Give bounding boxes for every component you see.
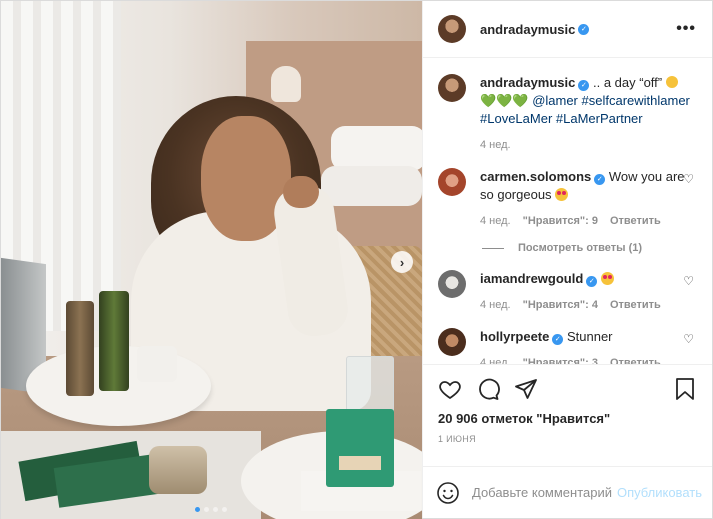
verified-badge-icon: ✓ [552, 334, 564, 345]
caption-hashtag[interactable]: #LaMerPartner [556, 111, 643, 126]
comment-item: carmen.solomons ✓ Wow you are so gorgeous… [438, 168, 696, 230]
photo-pillow [331, 126, 422, 171]
carousel-dot [213, 507, 218, 512]
caption-hashtag[interactable]: #selfcarewithlamer [582, 93, 690, 108]
photo-lamp [271, 66, 301, 102]
heart-icon[interactable] [438, 377, 462, 401]
comment-like-heart-icon[interactable]: ♡ [683, 274, 694, 288]
commenter-avatar[interactable] [438, 270, 466, 298]
comments-list: andradaymusic ✓ .. a day “off” 💚💚💚 @lamer… [423, 58, 712, 364]
comment-likes[interactable]: "Нравится": 9 [523, 212, 598, 230]
comment-like-heart-icon[interactable]: ♡ [683, 332, 694, 346]
carousel-dot [222, 507, 227, 512]
replies-line [482, 247, 504, 249]
bookmark-icon[interactable] [674, 377, 696, 401]
comment-age[interactable]: 4 нед. [480, 354, 511, 364]
comment-bubble-icon[interactable] [476, 377, 500, 401]
photo-glass [346, 356, 394, 416]
caption-text: .. a day “off” [593, 75, 666, 90]
green-heart-emoji-icon: 💚💚💚 [480, 93, 529, 108]
photo-hand [283, 176, 319, 208]
view-replies-label: Посмотреть ответы (1) [518, 242, 643, 254]
author-avatar[interactable] [438, 74, 466, 102]
reply-button[interactable]: Ответить [610, 354, 661, 364]
post-side-panel: andradaymusic ✓ ••• andradaymusic ✓ .. a … [422, 1, 712, 518]
chevron-right-icon: › [399, 254, 405, 270]
smiley-icon[interactable] [436, 481, 460, 505]
carousel-dots [195, 507, 227, 512]
smiling-face-emoji-icon [665, 76, 678, 88]
author-avatar[interactable] [438, 15, 466, 43]
post-actions: 20 906 отметок "Нравится" 1 ИЮНЯ [423, 364, 712, 466]
photo-product-box [326, 409, 394, 487]
heart-eyes-emoji-icon [600, 272, 614, 285]
commenter-username[interactable]: carmen.solomons [480, 169, 591, 184]
more-options-icon[interactable]: ••• [676, 20, 696, 38]
commenter-username[interactable]: hollyrpeete [480, 329, 549, 344]
comment-likes[interactable]: "Нравится": 4 [523, 296, 598, 314]
commenter-username[interactable]: iamandrewgould [480, 271, 583, 286]
photo-box-label [339, 456, 381, 470]
comment-text: Stunner [566, 329, 613, 344]
comment-item: iamandrewgould ✓ 4 нед. "Нравится": 4 Отв… [438, 270, 696, 314]
caption-age[interactable]: 4 нед. [480, 136, 511, 154]
post-header: andradaymusic ✓ ••• [423, 1, 712, 58]
comment-age[interactable]: 4 нед. [480, 212, 511, 230]
comment-like-heart-icon[interactable]: ♡ [683, 172, 694, 186]
photo-jar [137, 346, 177, 382]
commenter-avatar[interactable] [438, 328, 466, 356]
heart-eyes-emoji-icon [555, 188, 569, 201]
verified-badge-icon: ✓ [578, 80, 590, 91]
instagram-post: › andradaymusic ✓ ••• andradaymusic ✓ .. … [0, 0, 713, 519]
carousel-next-button[interactable]: › [391, 251, 413, 273]
carousel-dot [204, 507, 209, 512]
reply-button[interactable]: Ответить [610, 212, 661, 230]
caption-hashtag[interactable]: #LoveLaMer [480, 111, 552, 126]
comment-likes[interactable]: "Нравится": 3 [523, 354, 598, 364]
verified-badge-icon: ✓ [586, 276, 598, 287]
photo-bottle [99, 291, 129, 391]
likes-count[interactable]: 20 906 отметок "Нравится" [438, 411, 696, 426]
photo-pillow [321, 166, 422, 206]
photo-bottle [66, 301, 94, 396]
paper-plane-icon[interactable] [514, 377, 538, 401]
post-date[interactable]: 1 ИЮНЯ [438, 434, 696, 444]
comment-input[interactable] [472, 485, 613, 500]
caption-mention[interactable]: @lamer [532, 93, 578, 108]
photo-gold-jar [149, 446, 207, 494]
verified-badge-icon: ✓ [594, 174, 606, 185]
commenter-avatar[interactable] [438, 168, 466, 196]
publish-button[interactable]: Опубликовать [617, 485, 702, 500]
add-comment-bar: Опубликовать [423, 466, 712, 518]
verified-badge-icon: ✓ [578, 23, 590, 35]
author-username[interactable]: andradaymusic [480, 22, 575, 37]
caption: andradaymusic ✓ .. a day “off” 💚💚💚 @lamer… [438, 74, 696, 154]
comment-item: hollyrpeete ✓ Stunner 4 нед. "Нравится": … [438, 328, 696, 364]
caption-username[interactable]: andradaymusic [480, 75, 575, 90]
post-photo[interactable]: › [1, 1, 422, 519]
comment-age[interactable]: 4 нед. [480, 296, 511, 314]
view-replies-button[interactable]: Посмотреть ответы (1) [482, 242, 696, 254]
carousel-dot-active [195, 507, 200, 512]
reply-button[interactable]: Ответить [610, 296, 661, 314]
